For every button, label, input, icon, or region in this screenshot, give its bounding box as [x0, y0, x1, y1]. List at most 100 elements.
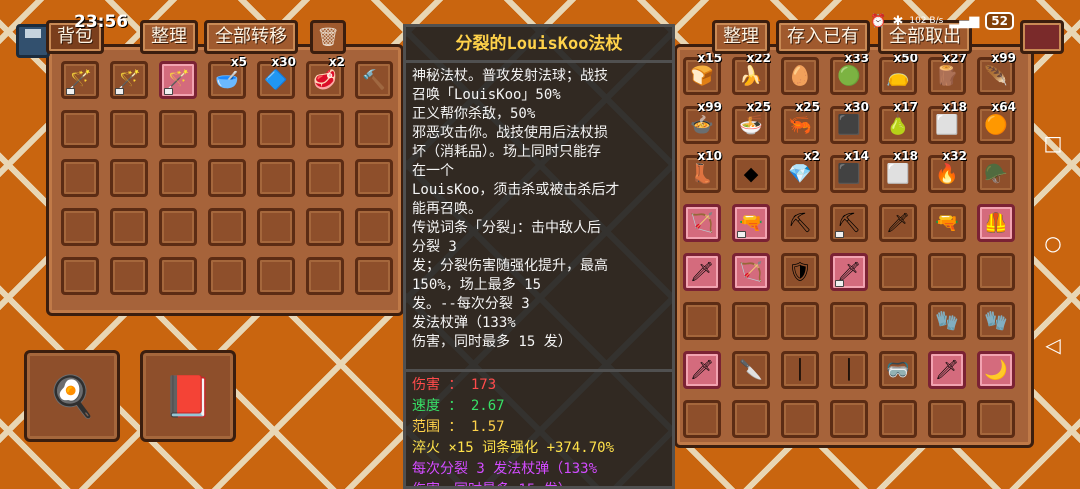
book-slot[interactable]: 📕: [140, 350, 236, 442]
inventory-slot[interactable]: 🗡: [683, 351, 721, 389]
pan-slot[interactable]: 🍳: [24, 350, 120, 442]
inventory-slot[interactable]: ⬜ x18: [879, 149, 918, 193]
inventory-slot[interactable]: 🍐 x17: [879, 100, 918, 144]
inventory-slot[interactable]: 🔥 x32: [928, 149, 967, 193]
save-icon[interactable]: [16, 24, 50, 58]
inventory-slot[interactable]: [683, 302, 721, 340]
inventory-slot[interactable]: [879, 400, 917, 438]
inventory-slot[interactable]: [61, 159, 99, 197]
inventory-slot[interactable]: [110, 208, 148, 246]
exit-icon[interactable]: [1020, 20, 1064, 54]
inventory-slot[interactable]: [977, 400, 1015, 438]
inventory-slot[interactable]: 🪖: [977, 155, 1015, 193]
inventory-slot[interactable]: 🗡: [830, 253, 868, 291]
inventory-slot[interactable]: ⛏: [830, 204, 868, 242]
home-icon[interactable]: ○: [1042, 232, 1064, 254]
inventory-slot[interactable]: [208, 110, 246, 148]
inventory-slot[interactable]: ⛏: [781, 204, 819, 242]
inventory-slot[interactable]: [683, 400, 721, 438]
inventory-slot[interactable]: 🦺: [977, 204, 1015, 242]
inventory-slot[interactable]: [355, 208, 393, 246]
inventory-slot[interactable]: 🪶 x99: [977, 51, 1016, 95]
inventory-slot[interactable]: │: [781, 351, 819, 389]
inventory-slot[interactable]: ◆: [732, 155, 770, 193]
inventory-slot[interactable]: [61, 257, 99, 295]
deposit-existing-button[interactable]: 存入已有: [776, 20, 870, 54]
inventory-slot[interactable]: 🧤: [977, 302, 1015, 340]
inventory-slot[interactable]: [781, 400, 819, 438]
inventory-slot[interactable]: [208, 159, 246, 197]
inventory-slot[interactable]: 🦐 x25: [781, 100, 820, 144]
inventory-slot[interactable]: [781, 302, 819, 340]
inventory-slot[interactable]: 🌙: [977, 351, 1015, 389]
inventory-slot[interactable]: [61, 110, 99, 148]
inventory-slot[interactable]: [257, 110, 295, 148]
recents-icon[interactable]: □: [1042, 132, 1064, 154]
inventory-slot[interactable]: [208, 257, 246, 295]
inventory-slot[interactable]: 🗡: [879, 204, 917, 242]
inventory-slot[interactable]: 🪵 x27: [928, 51, 967, 95]
inventory-slot[interactable]: 🔷 x30: [257, 55, 296, 99]
inventory-slot[interactable]: [355, 159, 393, 197]
inventory-slot[interactable]: [355, 110, 393, 148]
inventory-slot[interactable]: 🍞 x15: [683, 51, 722, 95]
inventory-slot[interactable]: [830, 400, 868, 438]
inventory-slot[interactable]: │: [830, 351, 868, 389]
inventory-slot[interactable]: [977, 253, 1015, 291]
inventory-slot[interactable]: 🪄: [159, 61, 197, 99]
inventory-slot[interactable]: 🔫: [732, 204, 770, 242]
sort-button-left[interactable]: 整理: [140, 20, 198, 54]
back-icon[interactable]: ◁: [1042, 334, 1064, 356]
inventory-slot[interactable]: [257, 257, 295, 295]
inventory-slot[interactable]: 🥽: [879, 351, 917, 389]
inventory-slot[interactable]: 🪄: [61, 61, 99, 99]
inventory-slot[interactable]: [879, 302, 917, 340]
inventory-slot[interactable]: [257, 159, 295, 197]
inventory-slot[interactable]: 🧤: [928, 302, 966, 340]
inventory-slot[interactable]: [61, 208, 99, 246]
inventory-slot[interactable]: [306, 208, 344, 246]
inventory-slot[interactable]: 🔫: [928, 204, 966, 242]
inventory-slot[interactable]: [928, 253, 966, 291]
inventory-slot[interactable]: 👝 x50: [879, 51, 918, 95]
inventory-slot[interactable]: 🔨: [355, 61, 393, 99]
inventory-slot[interactable]: [732, 302, 770, 340]
inventory-slot[interactable]: [208, 208, 246, 246]
inventory-slot[interactable]: 🏹: [683, 204, 721, 242]
inventory-slot[interactable]: ⬜ x18: [928, 100, 967, 144]
inventory-slot[interactable]: [257, 208, 295, 246]
inventory-slot[interactable]: 🥩 x2: [306, 55, 345, 99]
inventory-slot[interactable]: ⬛ x30: [830, 100, 869, 144]
inventory-slot[interactable]: 🔪: [732, 351, 770, 389]
inventory-slot[interactable]: 🍜 x25: [732, 100, 771, 144]
inventory-slot[interactable]: 🛡: [781, 253, 819, 291]
inventory-slot[interactable]: 🍌 x22: [732, 51, 771, 95]
inventory-slot[interactable]: 🥚: [781, 57, 819, 95]
inventory-slot[interactable]: [306, 110, 344, 148]
inventory-slot[interactable]: 🏹: [732, 253, 770, 291]
inventory-slot[interactable]: 🍲 x99: [683, 100, 722, 144]
inventory-slot[interactable]: 🟢 x33: [830, 51, 869, 95]
inventory-slot[interactable]: 🗡: [683, 253, 721, 291]
inventory-slot[interactable]: [159, 110, 197, 148]
inventory-slot[interactable]: 🟠 x64: [977, 100, 1016, 144]
inventory-slot[interactable]: [306, 257, 344, 295]
transfer-all-button[interactable]: 全部转移: [204, 20, 298, 54]
inventory-slot[interactable]: [159, 159, 197, 197]
trash-icon[interactable]: 🗑: [310, 20, 346, 54]
inventory-slot[interactable]: [110, 159, 148, 197]
inventory-slot[interactable]: 👢 x10: [683, 149, 722, 193]
inventory-slot[interactable]: 🪄: [110, 61, 148, 99]
sort-button-right[interactable]: 整理: [712, 20, 770, 54]
inventory-slot[interactable]: 💎 x2: [781, 149, 820, 193]
inventory-slot[interactable]: 🥣 x5: [208, 55, 247, 99]
inventory-slot[interactable]: [110, 110, 148, 148]
inventory-slot[interactable]: [928, 400, 966, 438]
inventory-slot[interactable]: [830, 302, 868, 340]
inventory-slot[interactable]: [159, 208, 197, 246]
inventory-slot[interactable]: [879, 253, 917, 291]
inventory-slot[interactable]: ⬛ x14: [830, 149, 869, 193]
inventory-slot[interactable]: [306, 159, 344, 197]
inventory-slot[interactable]: [355, 257, 393, 295]
inventory-slot[interactable]: [732, 400, 770, 438]
